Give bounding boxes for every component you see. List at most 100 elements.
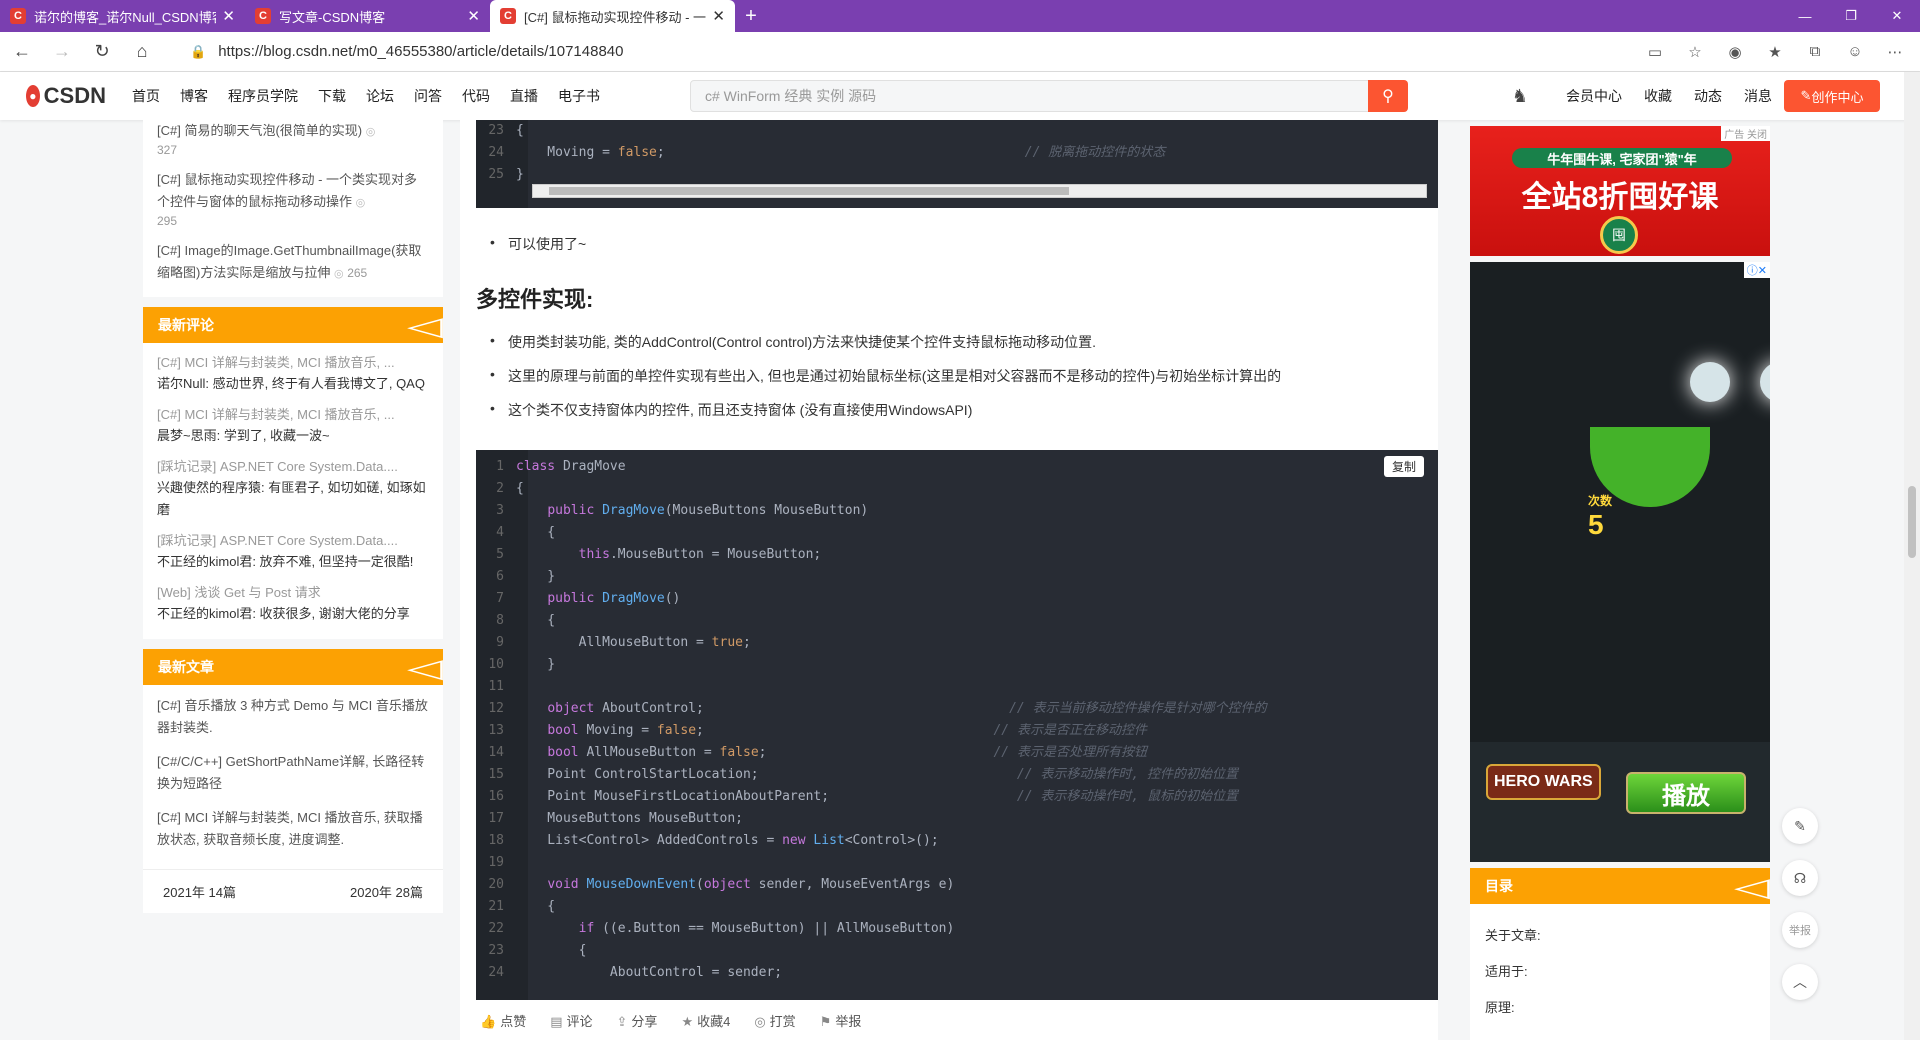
collect-button[interactable]: ★ 收藏4: [681, 1011, 730, 1030]
paper-plane-icon: ◁: [1734, 872, 1770, 902]
url-text: https://blog.csdn.net/m0_46555380/articl…: [218, 43, 624, 60]
code-line: 23 {: [488, 943, 587, 958]
nav-home[interactable]: 首页: [122, 86, 170, 106]
toc-item[interactable]: 关于文章:: [1470, 916, 1770, 952]
more-icon[interactable]: ⋯: [1880, 37, 1910, 67]
section-header: 最新文章 ◁: [143, 649, 443, 685]
list-item[interactable]: [C#] Image的Image.GetThumbnailImage(获取缩略图…: [157, 240, 429, 297]
game-ad[interactable]: ⓘ✕ 次数 5 HERO WARS 播放: [1470, 262, 1770, 862]
list-item[interactable]: [C#] 鼠标拖动实现控件移动 - 一个类实现对多个控件与窗体的鼠标拖动移动操作…: [157, 169, 429, 240]
horizontal-scrollbar[interactable]: [532, 184, 1427, 198]
nav-message[interactable]: 消息: [1744, 86, 1772, 106]
nav-live[interactable]: 直播: [500, 86, 548, 106]
toc-item[interactable]: 适用于:: [1470, 952, 1770, 988]
nav-dynamic[interactable]: 动态: [1694, 86, 1722, 106]
scroll-thumb[interactable]: [1908, 486, 1916, 558]
glowing-eyes: [1690, 362, 1770, 402]
bullet-item: 使用类封装功能, 类的AddControl(Control control)方法…: [490, 332, 1096, 352]
nav-code[interactable]: 代码: [452, 86, 500, 106]
code-line: 14 bool AllMouseButton = false; // 表示是否处…: [488, 745, 1147, 760]
close-tab-icon[interactable]: ✕: [222, 7, 235, 25]
forward-icon[interactable]: →: [44, 36, 80, 68]
user-avatar[interactable]: ♞: [1504, 82, 1536, 110]
code-line: 7 public DragMove(): [496, 591, 681, 606]
tab-article[interactable]: C [C#] 鼠标拖动实现控件移动 - 一个... ✕: [490, 0, 735, 32]
code-line: 21 {: [488, 899, 556, 914]
close-tab-icon[interactable]: ✕: [712, 7, 725, 25]
code-line: 1 class DragMove: [496, 459, 626, 474]
comment-item[interactable]: [Web] 浅谈 Get 与 Post 请求 不正经的kimol君: 收获很多, …: [157, 583, 429, 625]
favorite-star-icon[interactable]: ☆: [1680, 37, 1710, 67]
restore-icon[interactable]: ❐: [1828, 0, 1874, 32]
back-icon[interactable]: ←: [4, 36, 40, 68]
share-button[interactable]: ⇪ 分享: [617, 1011, 658, 1030]
list-item[interactable]: [C#/C/C++] GetShortPathName详解, 长路径转换为短路径: [157, 751, 429, 795]
code-line: 8 {: [496, 613, 556, 628]
minimize-icon[interactable]: —: [1782, 0, 1828, 32]
list-item[interactable]: [C#] MCI 详解与封装类, MCI 播放音乐, 获取播放状态, 获取音频长…: [157, 807, 429, 851]
like-button[interactable]: 👍 点赞: [480, 1011, 526, 1030]
nav-download[interactable]: 下载: [308, 86, 356, 106]
edit-note-icon[interactable]: ✎: [1782, 808, 1818, 844]
url-field[interactable]: 🔒 https://blog.csdn.net/m0_46555380/arti…: [190, 43, 1640, 60]
left-sidebar: [C#] 简易的聊天气泡(很简单的实现) ◎ 327 [C#] 鼠标拖动实现控件…: [143, 120, 443, 923]
create-center-button[interactable]: ✎ 创作中心: [1784, 80, 1880, 112]
back-to-top-icon[interactable]: ︿: [1782, 964, 1818, 1000]
ad-tag[interactable]: 广告 关闭: [1721, 126, 1770, 141]
report-float-button[interactable]: 举报: [1782, 912, 1818, 948]
nav-blog[interactable]: 博客: [170, 86, 218, 106]
reload-icon[interactable]: ↻: [84, 36, 120, 68]
eye-icon: ◎: [365, 126, 376, 138]
ad-banner[interactable]: 广告 关闭 牛年围牛课, 宅家团"猿"年 全站8折囤好课 囤: [1470, 126, 1770, 256]
csdn-favicon-icon: C: [500, 8, 516, 24]
report-button[interactable]: ⚑ 举报: [820, 1011, 862, 1030]
nav-collect[interactable]: 收藏: [1644, 86, 1672, 106]
nav-ebook[interactable]: 电子书: [548, 86, 610, 106]
code-line: 3 public DragMove(MouseButtons MouseButt…: [496, 503, 869, 518]
code-line: 25}: [488, 167, 524, 182]
archive-2020[interactable]: 2020年 28篇: [350, 882, 423, 901]
code-line: 12 object AboutControl; // 表示当前移动控件操作是针对…: [488, 701, 1267, 716]
tab-write[interactable]: C 写文章-CSDN博客 ✕: [245, 0, 490, 32]
list-item[interactable]: [C#] 简易的聊天气泡(很简单的实现) ◎ 327: [157, 120, 429, 169]
page-scrollbar[interactable]: [1904, 72, 1920, 1040]
extension-icon[interactable]: ◉: [1720, 37, 1750, 67]
section-header: 目录 ◁: [1470, 868, 1770, 904]
comment-button[interactable]: ▤ 评论: [550, 1011, 592, 1030]
thumb-up-icon: 👍: [480, 1013, 497, 1029]
tab-title: [C#] 鼠标拖动实现控件移动 - 一个...: [524, 9, 707, 25]
csdn-favicon-icon: C: [255, 8, 271, 24]
search-button[interactable]: ⚲: [1368, 80, 1408, 112]
code-line: 17 MouseButtons MouseButton;: [488, 811, 743, 826]
list-item[interactable]: [C#] 音乐播放 3 种方式 Demo 与 MCI 音乐播放器封装类.: [157, 695, 429, 739]
search-input[interactable]: c# WinForm 经典 实例 源码: [690, 80, 1376, 112]
comment-item[interactable]: [C#] MCI 详解与封装类, MCI 播放音乐, ... 诺尔Null: 感动…: [157, 353, 429, 395]
headset-icon[interactable]: ☊: [1782, 860, 1818, 896]
close-tab-icon[interactable]: ✕: [467, 7, 480, 25]
comment-item[interactable]: [C#] MCI 详解与封装类, MCI 播放音乐, ... 晨梦~思雨: 学到了…: [157, 405, 429, 447]
archive-2021[interactable]: 2021年 14篇: [163, 882, 236, 901]
comment-item[interactable]: [踩坑记录] ASP.NET Core System.Data.... 不正经的k…: [157, 531, 429, 573]
toc-item[interactable]: 原理:: [1470, 988, 1770, 1024]
nav-forum[interactable]: 论坛: [356, 86, 404, 106]
collections-icon[interactable]: ⧉: [1800, 37, 1830, 67]
reader-icon[interactable]: ▭: [1640, 37, 1670, 67]
favorites-icon[interactable]: ★: [1760, 37, 1790, 67]
new-tab-icon[interactable]: +: [735, 0, 767, 32]
reward-button[interactable]: ◎ 打赏: [754, 1011, 795, 1030]
profile-icon[interactable]: ☺: [1840, 37, 1870, 67]
comment-icon: ▤: [550, 1013, 563, 1029]
nav-qa[interactable]: 问答: [404, 86, 452, 106]
code-line: 5 this.MouseButton = MouseButton;: [496, 547, 822, 562]
ad-close-icon[interactable]: ⓘ✕: [1743, 262, 1770, 278]
home-icon[interactable]: ⌂: [124, 36, 160, 68]
csdn-logo[interactable]: ● CSDN: [26, 83, 106, 109]
play-button[interactable]: 播放: [1626, 772, 1746, 814]
hot-articles: [C#] 简易的聊天气泡(很简单的实现) ◎ 327 [C#] 鼠标拖动实现控件…: [143, 120, 443, 297]
tab-blog-home[interactable]: C 诺尔的博客_诺尔Null_CSDN博客 ✕: [0, 0, 245, 32]
csdn-header: ● CSDN 首页 博客 程序员学院 下载 论坛 问答 代码 直播 电子书 c#…: [0, 72, 1920, 120]
nav-academy[interactable]: 程序员学院: [218, 86, 308, 106]
close-window-icon[interactable]: ✕: [1874, 0, 1920, 32]
comment-item[interactable]: [踩坑记录] ASP.NET Core System.Data.... 兴趣使然的…: [157, 457, 429, 521]
nav-vip[interactable]: 会员中心: [1566, 86, 1622, 106]
